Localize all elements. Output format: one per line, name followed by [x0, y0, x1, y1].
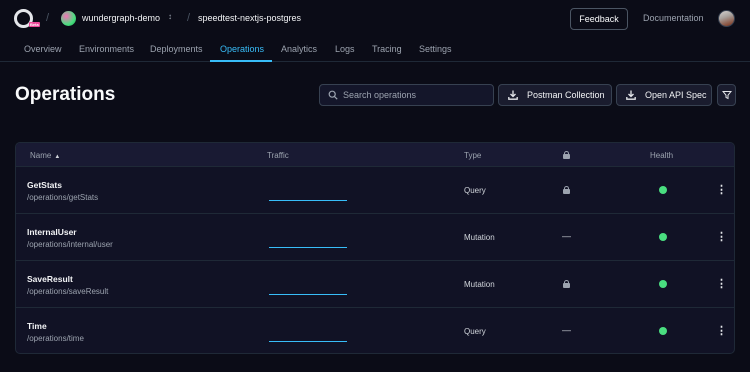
health-status-dot: [659, 186, 667, 194]
beta-badge: Beta: [29, 22, 40, 27]
breadcrumb-separator: /: [46, 12, 50, 24]
sort-ascending-icon: ▲: [54, 154, 61, 160]
operation-type: Query: [464, 327, 486, 336]
table-row[interactable]: SaveResult /operations/saveResult Mutati…: [16, 261, 734, 308]
nav-tabs: Overview Environments Deployments Operat…: [0, 36, 750, 62]
search-input[interactable]: [343, 87, 491, 103]
table-row[interactable]: InternalUser /operations/internal/user M…: [16, 214, 734, 261]
traffic-sparkline: [269, 341, 347, 342]
operation-type: Query: [464, 186, 486, 195]
operation-path: /operations/getStats: [27, 193, 99, 202]
traffic-sparkline: [269, 294, 347, 295]
tab-analytics[interactable]: Analytics: [281, 44, 317, 54]
operation-type: Mutation: [464, 233, 495, 242]
operation-path: /operations/saveResult: [27, 287, 109, 296]
tab-deployments[interactable]: Deployments: [150, 44, 203, 54]
column-header-traffic: Traffic: [267, 151, 289, 160]
download-icon: [508, 90, 518, 100]
active-tab-indicator: [210, 60, 272, 62]
postman-collection-button[interactable]: Postman Collection: [498, 84, 612, 106]
traffic-sparkline: [269, 247, 347, 248]
tab-tracing[interactable]: Tracing: [372, 44, 402, 54]
traffic-sparkline: [269, 200, 347, 201]
org-switch-icon[interactable]: ↕: [168, 12, 172, 21]
tab-logs[interactable]: Logs: [335, 44, 355, 54]
org-name[interactable]: wundergraph-demo: [82, 13, 160, 23]
project-name[interactable]: speedtest-nextjs-postgres: [198, 13, 301, 23]
auth-none: —: [562, 325, 571, 335]
top-bar: Beta / wundergraph-demo ↕ / speedtest-ne…: [0, 0, 750, 36]
tab-settings[interactable]: Settings: [419, 44, 452, 54]
more-options-icon[interactable]: ⋮: [716, 230, 727, 244]
wundergraph-logo-icon[interactable]: Beta: [14, 9, 40, 29]
more-options-icon[interactable]: ⋮: [716, 277, 727, 291]
tab-overview[interactable]: Overview: [24, 44, 62, 54]
filter-button[interactable]: [717, 84, 736, 106]
filter-icon: [722, 91, 732, 100]
search-box[interactable]: [319, 84, 494, 106]
table-header: Name ▲ Traffic Type Health: [16, 143, 734, 167]
org-avatar[interactable]: [61, 11, 76, 26]
operation-path: /operations/time: [27, 334, 84, 343]
more-options-icon[interactable]: ⋮: [716, 183, 727, 197]
search-icon: [328, 90, 338, 100]
open-api-spec-button[interactable]: Open API Spec: [616, 84, 712, 106]
page-title: Operations: [15, 84, 116, 105]
operation-name: Time: [27, 321, 47, 331]
operations-table: Name ▲ Traffic Type Health GetStats /oper…: [15, 142, 735, 354]
lock-icon: [563, 280, 570, 288]
column-header-type: Type: [464, 151, 482, 160]
operation-name: GetStats: [27, 180, 62, 190]
health-status-dot: [659, 233, 667, 241]
user-avatar[interactable]: [718, 10, 735, 27]
health-status-dot: [659, 280, 667, 288]
postman-collection-label: Postman Collection: [527, 90, 605, 100]
column-header-health: Health: [650, 151, 674, 160]
tab-environments[interactable]: Environments: [79, 44, 134, 54]
download-icon: [626, 90, 636, 100]
column-header-name[interactable]: Name ▲: [30, 151, 60, 160]
feedback-button[interactable]: Feedback: [570, 8, 628, 30]
lock-icon: [563, 151, 570, 159]
operation-type: Mutation: [464, 280, 495, 289]
breadcrumb-separator: /: [187, 12, 191, 24]
documentation-link[interactable]: Documentation: [643, 13, 704, 23]
lock-icon: [563, 186, 570, 194]
table-row[interactable]: GetStats /operations/getStats Query ⋮: [16, 167, 734, 214]
operation-name: SaveResult: [27, 274, 73, 284]
operation-name: InternalUser: [27, 227, 77, 237]
open-api-spec-label: Open API Spec: [645, 90, 707, 100]
tab-operations[interactable]: Operations: [220, 44, 264, 54]
table-row[interactable]: Time /operations/time Query — ⋮: [16, 308, 734, 353]
operation-path: /operations/internal/user: [27, 240, 113, 249]
auth-none: —: [562, 231, 571, 241]
more-options-icon[interactable]: ⋮: [716, 324, 727, 338]
column-header-name-label: Name: [30, 151, 52, 160]
health-status-dot: [659, 327, 667, 335]
